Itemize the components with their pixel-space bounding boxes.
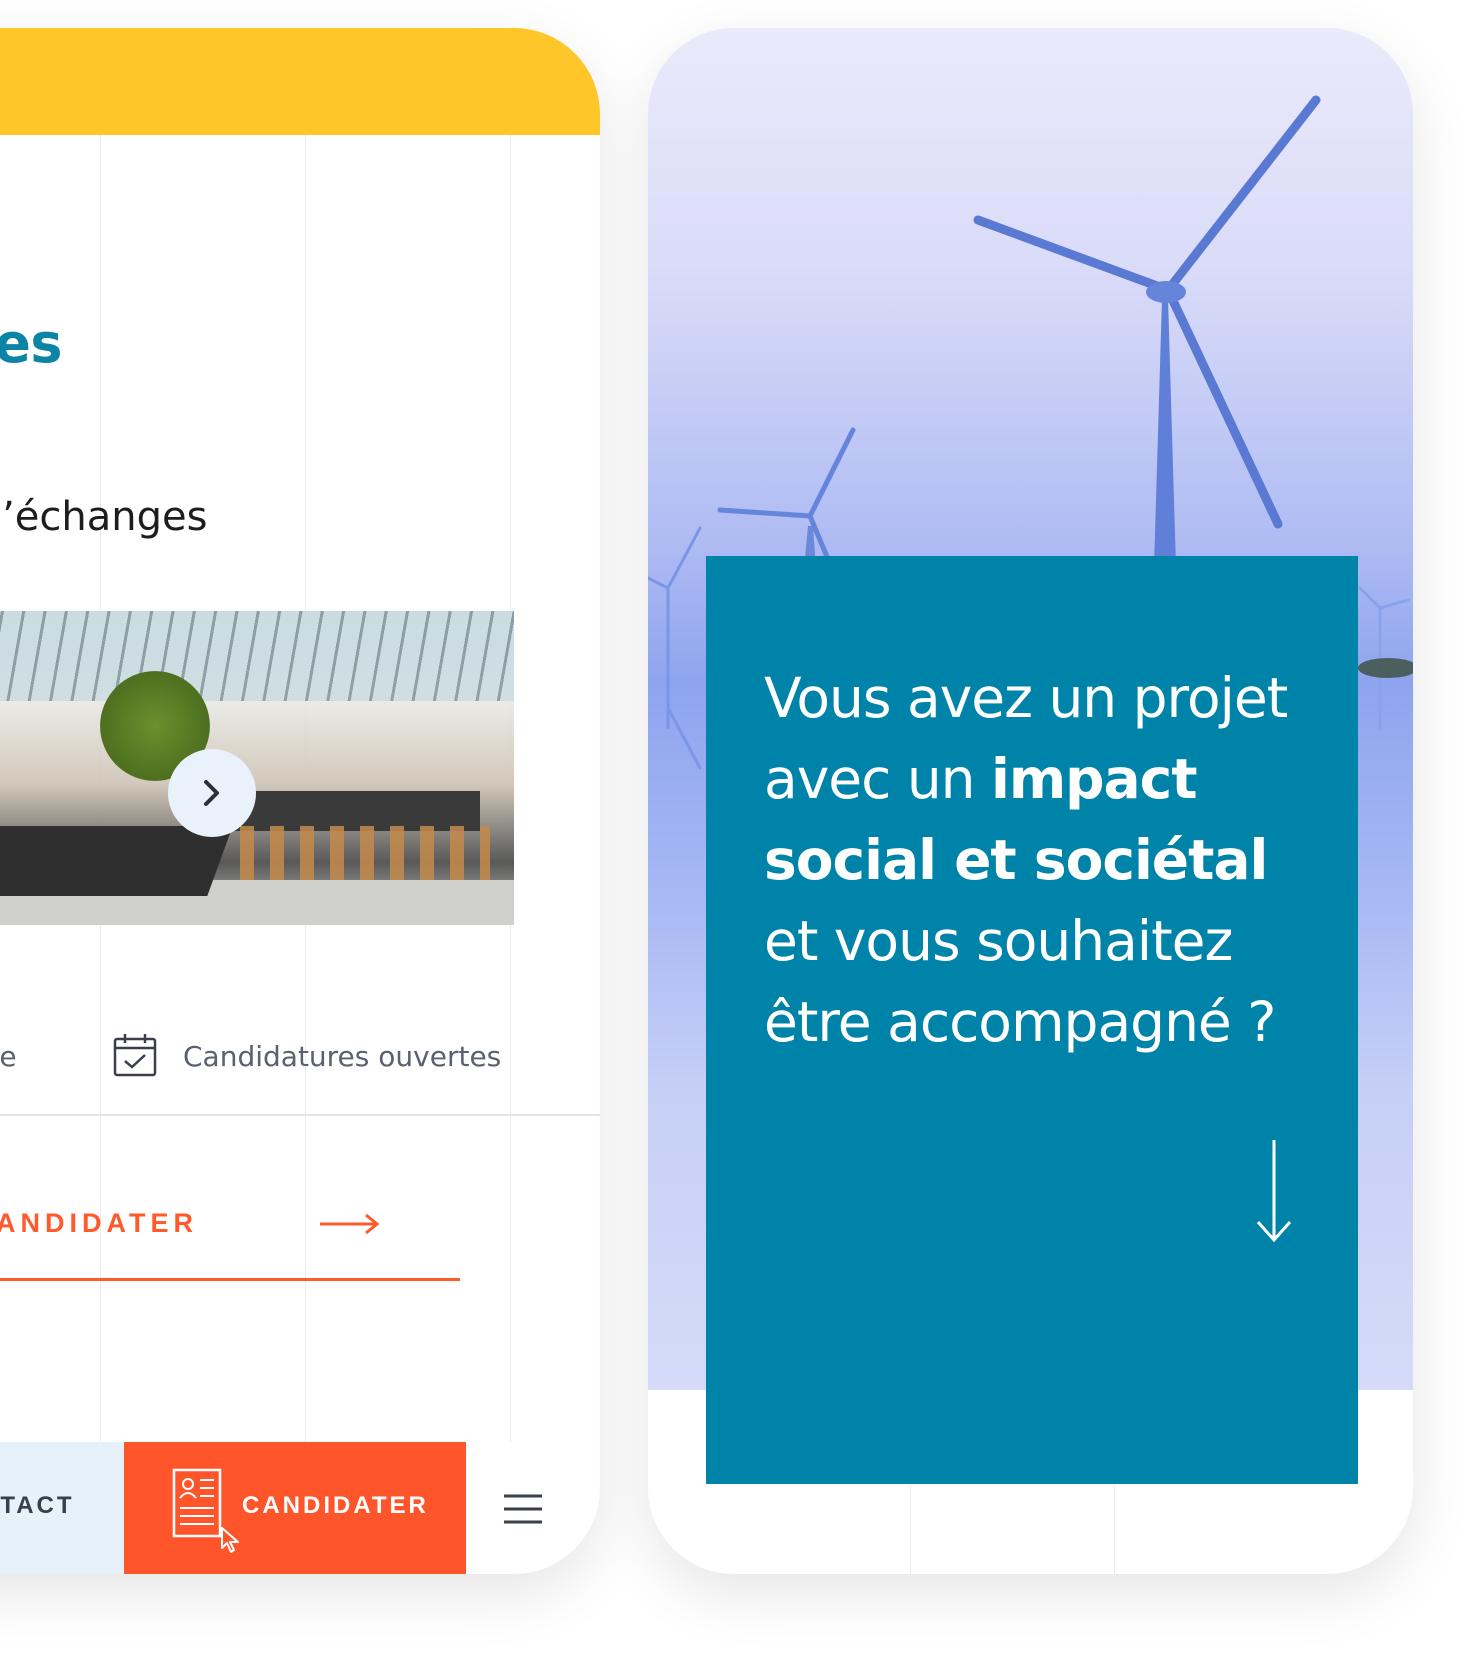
document-icon: [172, 1468, 222, 1538]
arrow-down-icon[interactable]: [1254, 1140, 1294, 1244]
applications-status: Candidatures ouvertes: [183, 1040, 502, 1073]
divider: [0, 1114, 600, 1116]
chevron-right-icon: [204, 780, 219, 806]
project-callout-text: Vous avez un projet avec un impact social …: [764, 666, 1288, 1054]
info-label: ille: [0, 1040, 17, 1073]
services-heading: vices: [0, 312, 63, 375]
bottom-action-bar: NTACT CANDIDATER: [0, 1442, 600, 1574]
apply-button[interactable]: CANDIDATER: [124, 1442, 466, 1574]
carousel-next-button[interactable]: [168, 749, 256, 837]
cursor-icon: [221, 1527, 239, 1553]
hamburger-menu-icon: [504, 1494, 542, 1524]
contact-button[interactable]: NTACT: [0, 1442, 124, 1574]
section-subheading: eu d’échanges: [0, 494, 208, 540]
contact-button-label: NTACT: [0, 1492, 75, 1519]
calendar-check-icon: [113, 1034, 157, 1077]
info-row: ille Candidatures ouvertes: [0, 1028, 540, 1078]
project-callout-card: Vous avez un projet avec un impact social …: [706, 556, 1358, 1484]
right-phone-screen: Vous avez un projet avec un impact social …: [648, 28, 1413, 1574]
left-phone-screen: vices eu d’échanges ille Candidatures ou…: [0, 28, 600, 1574]
coworking-space-photo: [0, 611, 514, 925]
apply-link[interactable]: ANDIDATER: [0, 1208, 460, 1281]
apply-button-label: CANDIDATER: [242, 1492, 429, 1519]
arrow-right-icon: [320, 1213, 380, 1235]
top-header-bar: [0, 28, 600, 135]
menu-button[interactable]: [500, 1486, 546, 1532]
apply-link-label: ANDIDATER: [0, 1208, 198, 1238]
